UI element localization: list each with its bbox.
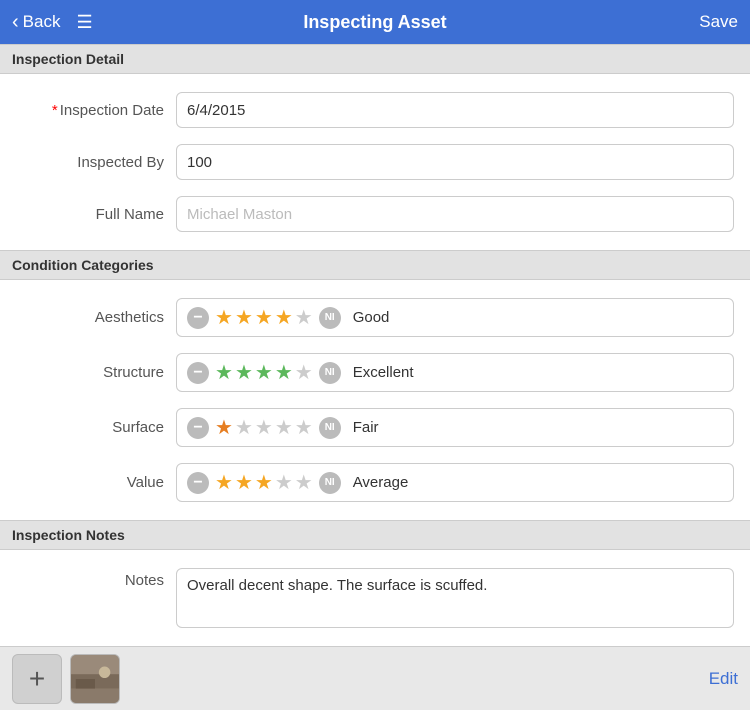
structure-label: Structure [16,364,176,381]
surface-label: Surface [16,419,176,436]
full-name-input[interactable] [176,196,734,232]
aesthetics-control[interactable]: − ★ ★ ★ ★ ★ NI Good [176,298,734,337]
inspection-notes-section: Notes Overall decent shape. The surface … [0,550,750,646]
star-1: ★ [215,470,233,495]
star-1: ★ [215,360,233,385]
photo-thumbnail[interactable] [70,654,120,704]
menu-icon[interactable]: ☰ [76,12,92,33]
star-3: ★ [255,305,273,330]
value-row: Value − ★ ★ ★ ★ ★ NI Average [0,455,750,510]
surface-control[interactable]: − ★ ★ ★ ★ ★ NI Fair [176,408,734,447]
value-stars: ★ ★ ★ ★ ★ [215,470,313,495]
aesthetics-ni[interactable]: NI [319,307,341,329]
aesthetics-label: Aesthetics [16,309,176,326]
edit-button[interactable]: Edit [709,669,738,689]
inspection-date-label: *Inspection Date [16,102,176,119]
structure-stars: ★ ★ ★ ★ ★ [215,360,313,385]
required-star: * [52,102,58,119]
inspection-detail-header: Inspection Detail [0,44,750,74]
star-1: ★ [215,415,233,440]
star-1: ★ [215,305,233,330]
star-3: ★ [255,360,273,385]
back-label: Back [23,12,61,32]
structure-minus[interactable]: − [187,362,209,384]
aesthetics-stars: ★ ★ ★ ★ ★ [215,305,313,330]
surface-minus[interactable]: − [187,417,209,439]
value-label: Value [16,474,176,491]
star-2: ★ [235,470,253,495]
structure-row: Structure − ★ ★ ★ ★ ★ NI Excellent [0,345,750,400]
inspected-by-row: Inspected By [0,136,750,188]
save-button[interactable]: Save [699,12,738,32]
star-4: ★ [275,470,293,495]
aesthetics-row: Aesthetics − ★ ★ ★ ★ ★ NI Good [0,290,750,345]
photo-area: + [12,654,120,704]
value-minus[interactable]: − [187,472,209,494]
star-3: ★ [255,415,273,440]
condition-categories-header: Condition Categories [0,250,750,280]
star-5: ★ [295,360,313,385]
inspection-notes-header: Inspection Notes [0,520,750,550]
star-3: ★ [255,470,273,495]
page-title: Inspecting Asset [303,12,446,33]
aesthetics-text: Good [353,309,390,326]
star-2: ★ [235,415,253,440]
star-5: ★ [295,305,313,330]
notes-textarea[interactable]: Overall decent shape. The surface is scu… [176,568,734,628]
header: ‹ Back ☰ Inspecting Asset Save [0,0,750,44]
aesthetics-minus[interactable]: − [187,307,209,329]
structure-control[interactable]: − ★ ★ ★ ★ ★ NI Excellent [176,353,734,392]
thumbnail-image [71,655,119,703]
back-button[interactable]: ‹ Back [12,12,60,32]
star-5: ★ [295,415,313,440]
star-4: ★ [275,415,293,440]
surface-ni[interactable]: NI [319,417,341,439]
inspection-detail-section: *Inspection Date Inspected By Full Name [0,74,750,250]
value-ni[interactable]: NI [319,472,341,494]
full-name-row: Full Name [0,188,750,240]
condition-categories-section: Aesthetics − ★ ★ ★ ★ ★ NI Good Structure… [0,280,750,520]
star-5: ★ [295,470,313,495]
star-2: ★ [235,305,253,330]
surface-stars: ★ ★ ★ ★ ★ [215,415,313,440]
star-4: ★ [275,305,293,330]
back-icon: ‹ [12,12,19,32]
surface-row: Surface − ★ ★ ★ ★ ★ NI Fair [0,400,750,455]
add-photo-button[interactable]: + [12,654,62,704]
structure-ni[interactable]: NI [319,362,341,384]
surface-text: Fair [353,419,379,436]
inspection-date-row: *Inspection Date [0,84,750,136]
value-text: Average [353,474,409,491]
notes-row: Notes Overall decent shape. The surface … [0,560,750,636]
notes-label: Notes [16,568,176,589]
value-control[interactable]: − ★ ★ ★ ★ ★ NI Average [176,463,734,502]
inspected-by-input[interactable] [176,144,734,180]
star-2: ★ [235,360,253,385]
full-name-label: Full Name [16,206,176,223]
structure-text: Excellent [353,364,414,381]
star-4: ★ [275,360,293,385]
bottom-bar: + Edit [0,646,750,710]
inspection-date-input[interactable] [176,92,734,128]
inspected-by-label: Inspected By [16,154,176,171]
